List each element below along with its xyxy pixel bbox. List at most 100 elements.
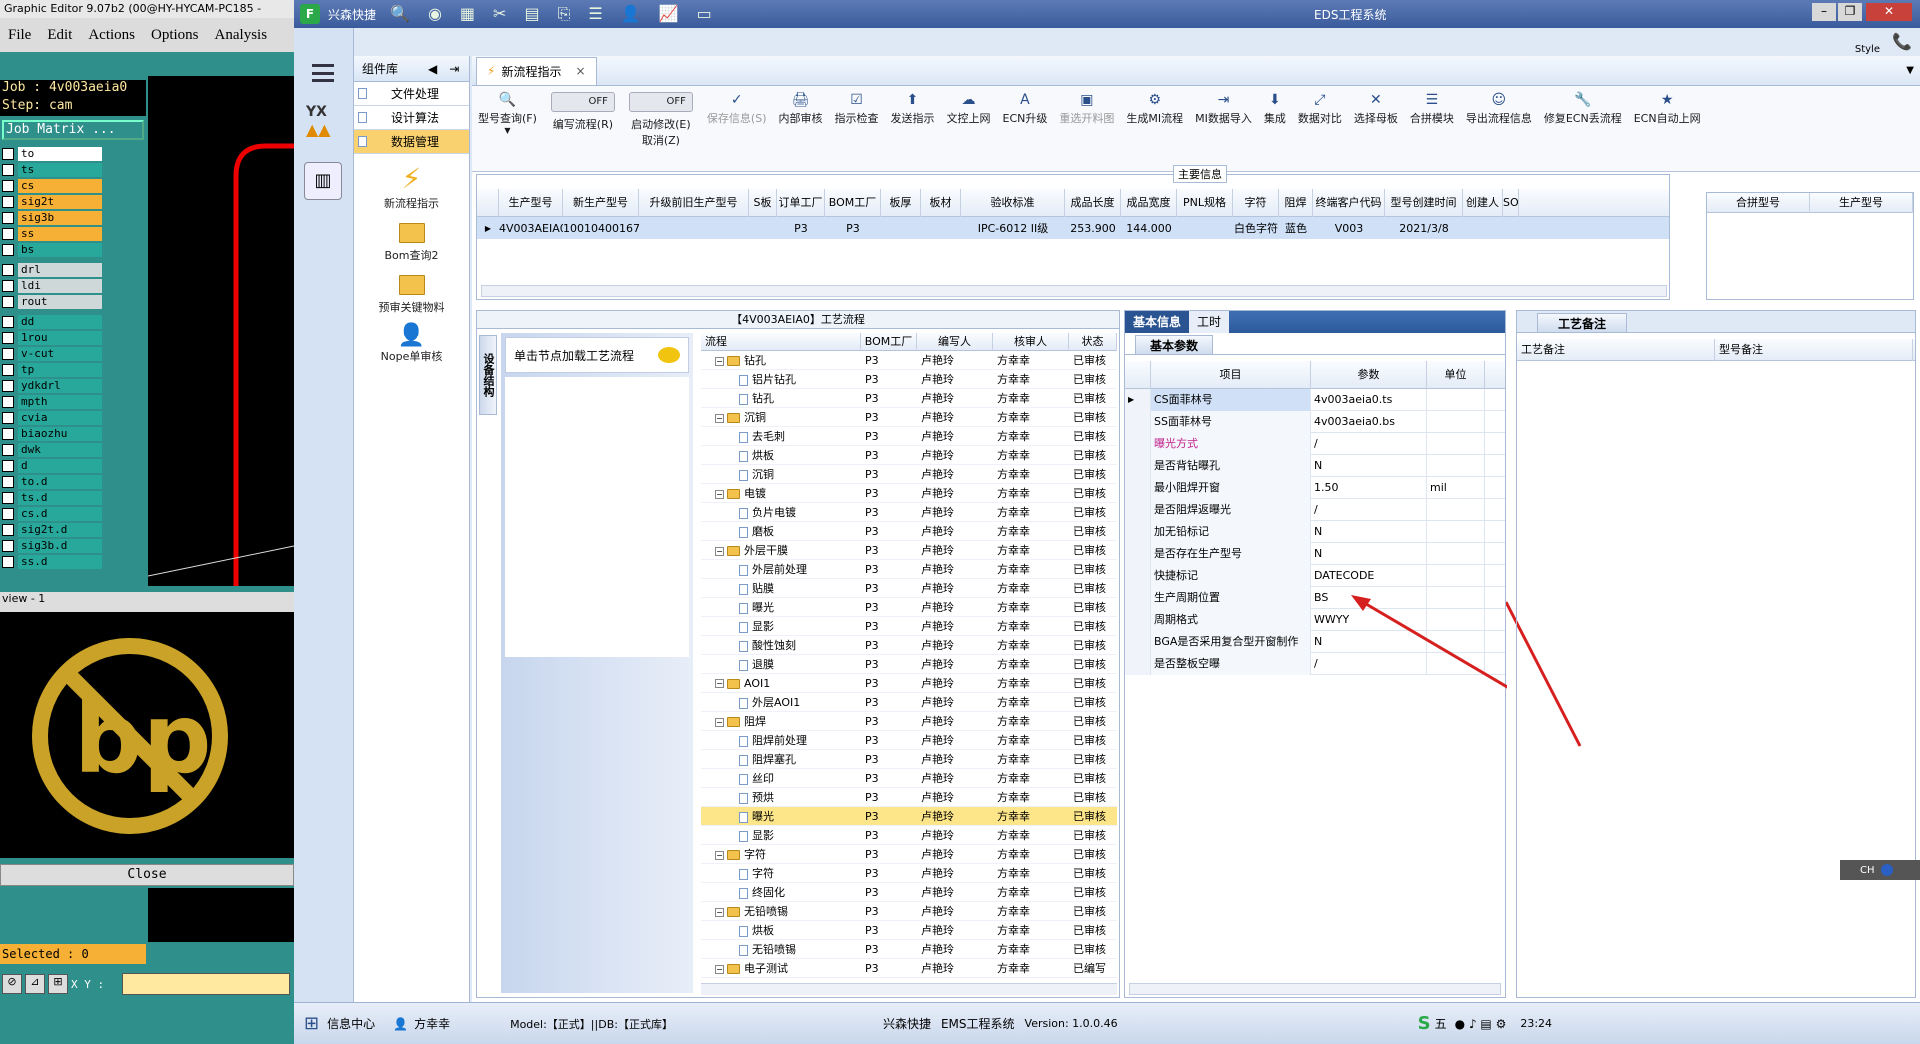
- layer-checkbox[interactable]: [2, 280, 14, 292]
- calculator-icon[interactable]: ▥: [304, 162, 342, 200]
- layer-checkbox[interactable]: [2, 380, 14, 392]
- toolbar-button[interactable]: ⚙ 生成MI流程: [1126, 92, 1183, 126]
- layer-row[interactable]: sig2t: [0, 194, 146, 210]
- expand-toggle-icon[interactable]: −: [715, 964, 724, 974]
- flow-tree-row[interactable]: − 阻焊 P3 卢艳玲 方幸幸 已审核: [701, 712, 1117, 731]
- toolbar-button[interactable]: 🔧 修复ECN丢流程: [1544, 92, 1622, 126]
- flow-tree-row[interactable]: 显影 P3 卢艳玲 方幸幸 已审核: [701, 826, 1117, 845]
- layer-checkbox[interactable]: [2, 428, 14, 440]
- layer-row[interactable]: ss.d: [0, 554, 146, 570]
- doc-tab-new-flow[interactable]: ⚡ 新流程指示 ×: [476, 56, 597, 85]
- export-icon[interactable]: ⎘: [558, 4, 571, 24]
- layer-row[interactable]: cs.d: [0, 506, 146, 522]
- close-window-button[interactable]: ✕: [1866, 3, 1912, 21]
- tree-col-header[interactable]: BOM工厂: [861, 333, 917, 351]
- expand-toggle-icon[interactable]: −: [715, 546, 724, 556]
- cancel-label[interactable]: 取消(Z): [642, 132, 680, 148]
- grid-icon[interactable]: ▤: [524, 4, 539, 24]
- nope-review-item[interactable]: 👤 Nope单审核: [354, 323, 469, 364]
- flow-tree-row[interactable]: 阻焊塞孔 P3 卢艳玲 方幸幸 已审核: [701, 750, 1117, 769]
- layer-row[interactable]: to: [0, 146, 146, 162]
- toolbar-button[interactable]: ⤢ 数据对比: [1298, 92, 1342, 126]
- menu-analysis[interactable]: Analysis: [215, 27, 268, 44]
- zoom-tool-icon[interactable]: ⊘: [2, 974, 22, 994]
- layer-checkbox[interactable]: [2, 556, 14, 568]
- layer-row[interactable]: sig3b: [0, 210, 146, 226]
- layer-row[interactable]: sig3b.d: [0, 538, 146, 554]
- main-col-header[interactable]: S板: [749, 188, 777, 217]
- layer-checkbox[interactable]: [2, 524, 14, 536]
- layer-row[interactable]: cvia: [0, 410, 146, 426]
- layer-checkbox[interactable]: [2, 244, 14, 256]
- layer-checkbox[interactable]: [2, 148, 14, 160]
- expand-toggle-icon[interactable]: −: [715, 489, 724, 499]
- toolbar-button[interactable]: ✓ 保存信息(S): [707, 92, 767, 126]
- layer-checkbox[interactable]: [2, 212, 14, 224]
- layer-row[interactable]: cs: [0, 178, 146, 194]
- main-col-header[interactable]: 新生产型号: [563, 188, 639, 217]
- flow-tree-row[interactable]: − 电子测试 P3 卢艳玲 方幸幸 已编写: [701, 959, 1117, 978]
- layer-row[interactable]: mpth: [0, 394, 146, 410]
- flow-tree-row[interactable]: 酸性蚀刻 P3 卢艳玲 方幸幸 已审核: [701, 636, 1117, 655]
- flow-tree-row[interactable]: 贴膜 P3 卢艳玲 方幸幸 已审核: [701, 579, 1117, 598]
- layer-row[interactable]: v-cut: [0, 346, 146, 362]
- flow-tree-row[interactable]: − 沉铜 P3 卢艳玲 方幸幸 已审核: [701, 408, 1117, 427]
- toolbar-button[interactable]: A ECN升级: [1003, 92, 1048, 126]
- tree-col-header[interactable]: 流程: [701, 333, 861, 351]
- search-icon[interactable]: 🔍: [390, 4, 410, 24]
- flow-tree-row[interactable]: − 无铅喷锡 P3 卢艳玲 方幸幸 已审核: [701, 902, 1117, 921]
- layer-row[interactable]: drl: [0, 262, 146, 278]
- flow-tree-row[interactable]: 钻孔 P3 卢艳玲 方幸幸 已审核: [701, 389, 1117, 408]
- style-label[interactable]: Style: [1855, 44, 1880, 55]
- layer-checkbox[interactable]: [2, 396, 14, 408]
- layer-row[interactable]: biaozhu: [0, 426, 146, 442]
- globe-icon[interactable]: ◉: [428, 4, 442, 24]
- expand-toggle-icon[interactable]: −: [715, 717, 724, 727]
- toolbar-button[interactable]: ☰ 合拼模块: [1410, 92, 1454, 126]
- toolbar-button[interactable]: ☺ 导出流程信息: [1466, 92, 1532, 126]
- user-icon[interactable]: 👤: [621, 4, 641, 24]
- main-col-header[interactable]: 终端客户代码: [1313, 188, 1385, 217]
- layer-checkbox[interactable]: [2, 460, 14, 472]
- main-col-header[interactable]: 板材: [921, 188, 961, 217]
- table-icon[interactable]: ▦: [460, 4, 475, 24]
- layer-row[interactable]: dwk: [0, 442, 146, 458]
- layer-row[interactable]: ss: [0, 226, 146, 242]
- flow-tree-row[interactable]: 烘板 P3 卢艳玲 方幸幸 已审核: [701, 446, 1117, 465]
- tools-icon[interactable]: ✂: [493, 4, 506, 24]
- layer-checkbox[interactable]: [2, 508, 14, 520]
- load-tip-box[interactable]: 单击节点加载工艺流程: [505, 337, 689, 373]
- comp-file-processing[interactable]: 文件处理: [354, 82, 469, 106]
- measure-tool-icon[interactable]: ⊿: [25, 974, 45, 994]
- tab-close-icon[interactable]: ×: [575, 64, 585, 78]
- model-query-button[interactable]: 🔍 型号查询(F) ▼: [478, 92, 537, 135]
- flow-tree-row[interactable]: − 字符 P3 卢艳玲 方幸幸 已审核: [701, 845, 1117, 864]
- menu-actions[interactable]: Actions: [88, 27, 135, 44]
- layer-row[interactable]: dd: [0, 314, 146, 330]
- start-modify-toggle[interactable]: OFF 启动修改(E) 取消(Z): [628, 92, 693, 148]
- toolbar-button[interactable]: ★ ECN自动上网: [1634, 92, 1701, 126]
- flow-tree-row[interactable]: 外层前处理 P3 卢艳玲 方幸幸 已审核: [701, 560, 1117, 579]
- layer-row[interactable]: d: [0, 458, 146, 474]
- layer-checkbox[interactable]: [2, 412, 14, 424]
- layer-row[interactable]: ldi: [0, 278, 146, 294]
- toolbar-button[interactable]: 🖨 内部审核: [779, 92, 823, 126]
- flow-tree-row[interactable]: 外层AOI1 P3 卢艳玲 方幸幸 已审核: [701, 693, 1117, 712]
- layer-checkbox[interactable]: [2, 164, 14, 176]
- flow-tree-row[interactable]: 曝光 P3 卢艳玲 方幸幸 已审核: [701, 598, 1117, 617]
- layer-row[interactable]: 1rou: [0, 330, 146, 346]
- flow-tree-row[interactable]: 烘板 P3 卢艳玲 方幸幸 已审核: [701, 921, 1117, 940]
- menu-options[interactable]: Options: [151, 27, 199, 44]
- yx-logo-icon[interactable]: YX ▲▲: [306, 104, 340, 139]
- window-icon[interactable]: ▭: [697, 4, 712, 24]
- layer-checkbox[interactable]: [2, 540, 14, 552]
- device-structure-tab[interactable]: 设备结构: [479, 335, 497, 415]
- expand-toggle-icon[interactable]: −: [715, 679, 724, 688]
- layer-row[interactable]: rout: [0, 294, 146, 310]
- flow-tree-row[interactable]: − 电镀 P3 卢艳玲 方幸幸 已审核: [701, 484, 1117, 503]
- toolbar-button[interactable]: ☑ 指示检查: [835, 92, 879, 126]
- tree-col-header[interactable]: 核审人: [993, 333, 1069, 351]
- layer-checkbox[interactable]: [2, 492, 14, 504]
- main-col-header[interactable]: 型号创建时间: [1385, 188, 1463, 217]
- main-col-header[interactable]: 成品长度: [1065, 188, 1121, 217]
